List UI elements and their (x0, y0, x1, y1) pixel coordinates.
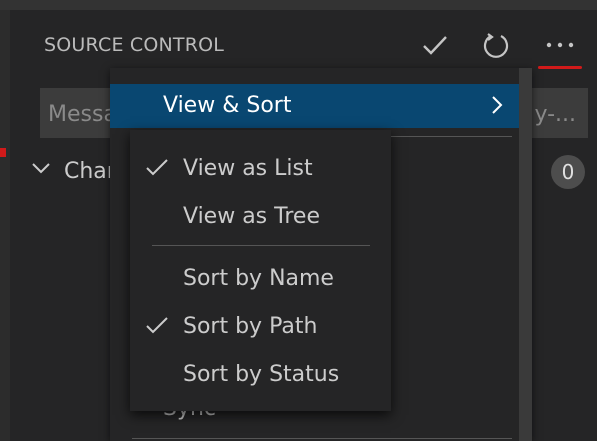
activity-bar (0, 10, 10, 441)
refresh-button[interactable] (476, 28, 516, 62)
more-actions-underline (538, 66, 582, 69)
commit-button[interactable] (415, 28, 455, 62)
check-icon (423, 36, 447, 55)
submenu-item-label: View as Tree (183, 204, 320, 229)
more-actions-button[interactable] (540, 28, 580, 62)
menu-separator (132, 438, 512, 439)
activity-marker (0, 148, 6, 157)
more-actions-icon (546, 42, 574, 48)
submenu-item-sort-by-status[interactable]: Sort by Status (130, 353, 391, 397)
menu-item-view-and-sort[interactable]: View & Sort (110, 84, 519, 128)
submenu-item-label: Sort by Status (183, 362, 340, 387)
menu-scrollbar[interactable] (519, 68, 532, 441)
chevron-down-icon (32, 163, 50, 174)
submenu-item-label: View as List (183, 156, 313, 181)
submenu-item-view-as-tree[interactable]: View as Tree (130, 195, 391, 239)
message-placeholder: Messa (48, 102, 117, 127)
check-icon (146, 317, 168, 334)
submenu-item-label: Sort by Name (183, 266, 334, 291)
message-placeholder-suffix: y-... (534, 102, 576, 127)
submenu-item-view-as-list[interactable]: View as List (130, 147, 391, 191)
submenu-item-label: Sort by Path (183, 314, 318, 339)
changes-label: Char (64, 159, 116, 184)
chevron-right-icon (492, 96, 503, 114)
menu-item-label: View & Sort (163, 93, 292, 118)
refresh-icon (483, 33, 509, 58)
submenu-item-sort-by-path[interactable]: Sort by Path (130, 305, 391, 349)
submenu-item-sort-by-name[interactable]: Sort by Name (130, 257, 391, 301)
top-strip (0, 0, 597, 10)
submenu-separator (152, 245, 370, 246)
panel-title: SOURCE CONTROL (44, 34, 225, 56)
changes-count-badge: 0 (551, 155, 585, 189)
check-icon (146, 159, 168, 176)
view-and-sort-submenu: View as List View as Tree Sort by Name S… (130, 130, 391, 411)
